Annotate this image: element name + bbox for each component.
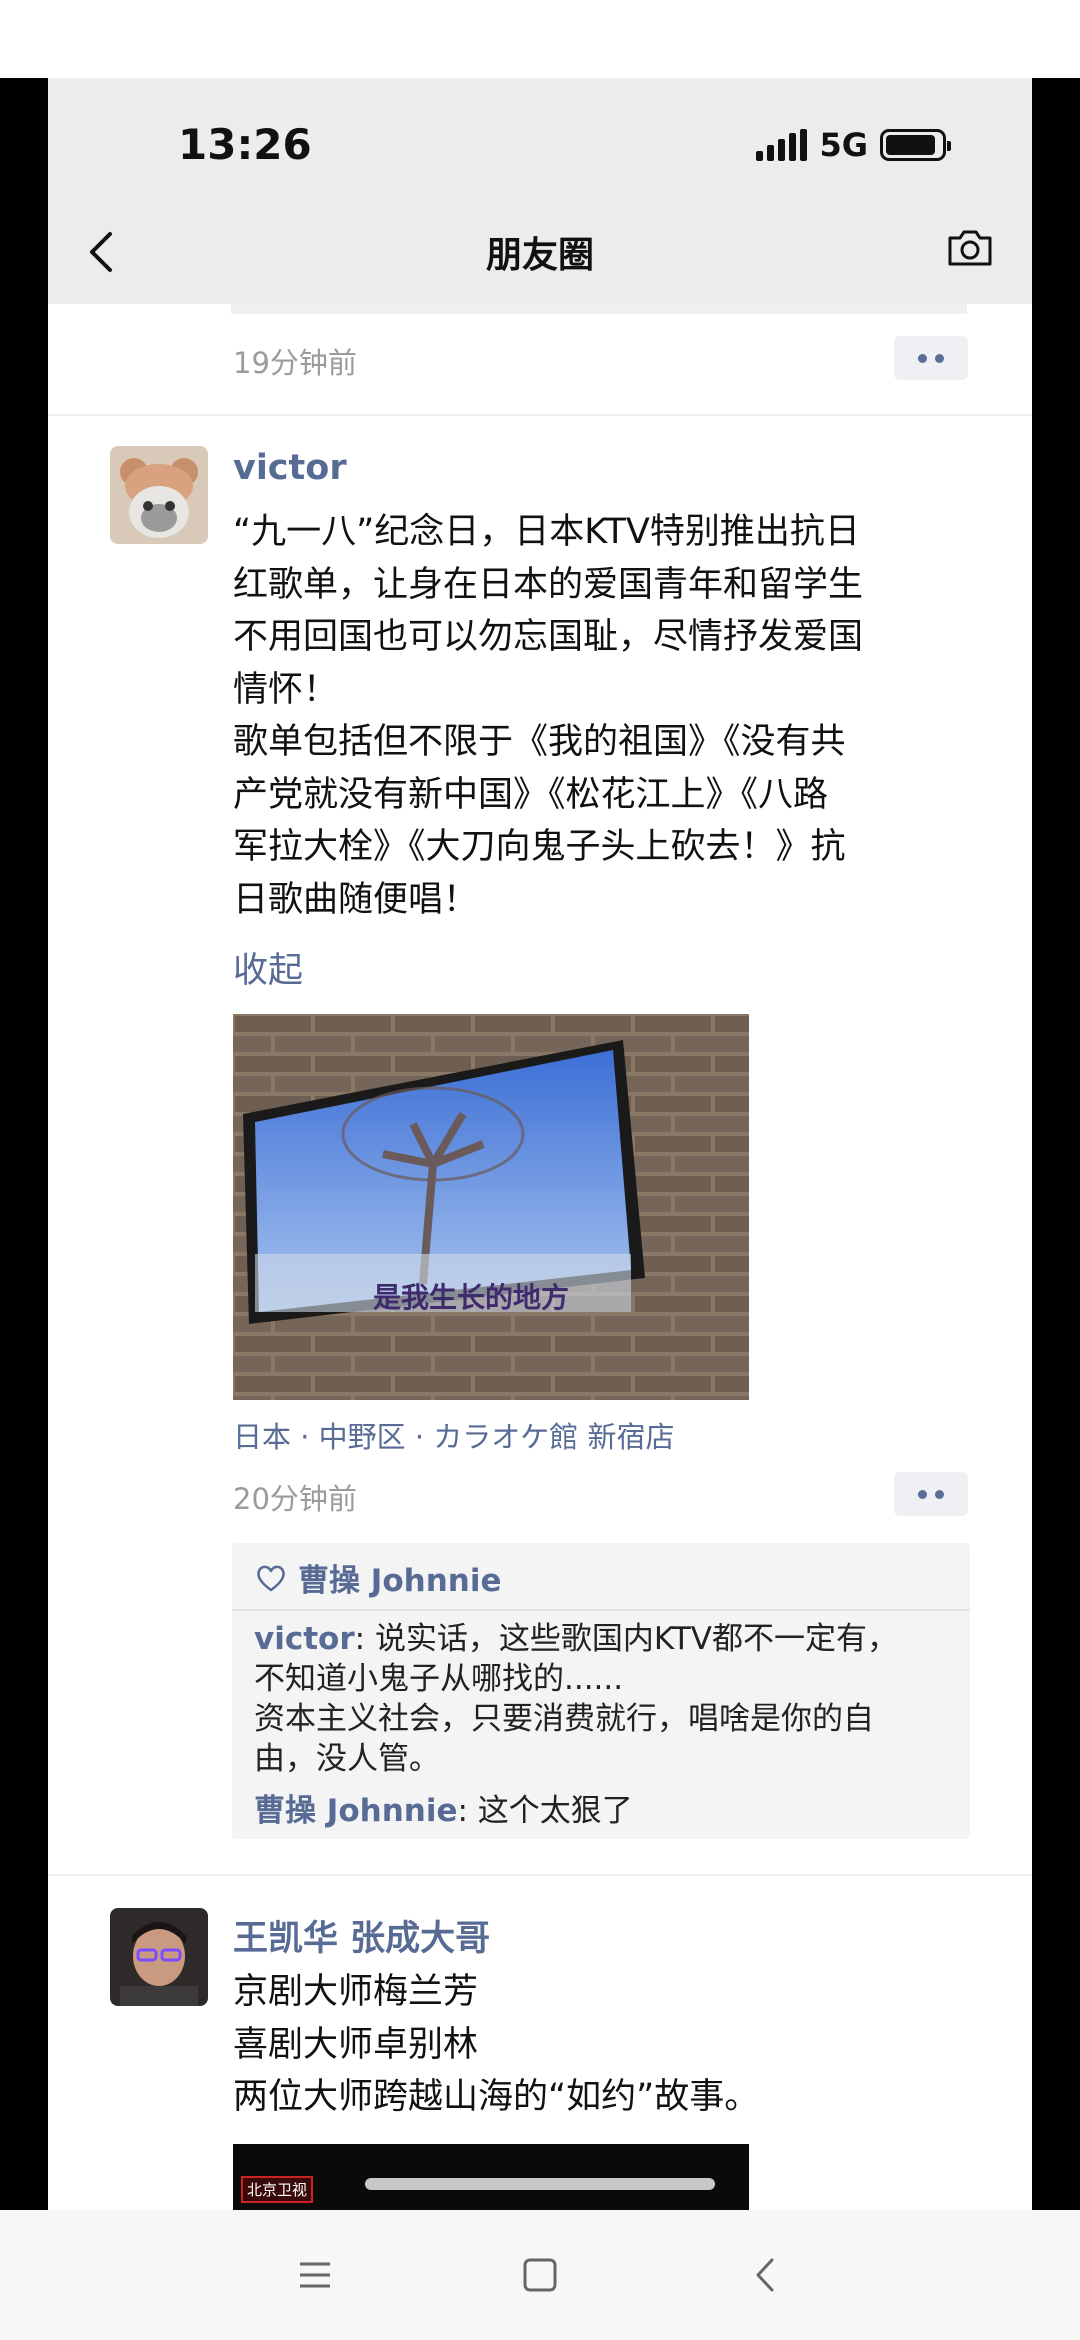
left-bezel [0,78,48,2210]
back-triangle-icon[interactable] [740,2250,790,2300]
more-actions-button[interactable] [894,336,968,380]
status-icons: 5G [756,126,951,164]
post-divider [48,414,1032,416]
post-location[interactable]: 日本 · 中野区 · カラオケ館 新宿店 [233,1414,675,1456]
page-title: 朋友圈 [485,235,594,276]
video-thumbnail[interactable]: 北京卫视 [233,2144,749,2210]
app-screen: 13:26 5G 朋友圈 19分钟前 victor “九一八”纪念日，日本KTV… [48,78,1032,2210]
photo-caption: 是我生长的地方 [373,1281,570,1314]
comment-author[interactable]: victor [254,1621,355,1657]
likes-row: 曹操 Johnnie [256,1555,501,1600]
like-user[interactable]: 曹操 Johnnie [298,1555,501,1600]
comments-panel: 曹操 Johnnie victor: 说实话，这些歌国内KTV都不一定有， 不知… [232,1543,970,1839]
post-text: “九一八”纪念日，日本KTV特别推出抗日 红歌单，让身在日本的爱国青年和留学生 … [233,512,864,920]
comment-author[interactable]: 曹操 Johnnie [254,1793,457,1829]
comment-text: 这个太狠了 [477,1793,633,1829]
avatar[interactable] [110,1908,208,2006]
previous-post-remnant [231,304,967,314]
comment-item[interactable]: 曹操 Johnnie: 这个太狠了 [254,1791,954,1831]
comments-divider [232,1609,970,1611]
phone-screenshot: 13:26 5G 朋友圈 19分钟前 victor “九一八”纪念日，日本KTV… [0,0,1080,2340]
post-divider [48,1874,1032,1876]
heart-icon [257,1565,285,1591]
avatar[interactable] [110,446,208,544]
system-nav-bar [0,2210,1080,2340]
home-square-icon[interactable] [515,2250,565,2300]
camera-icon[interactable] [946,228,994,268]
post-author[interactable]: victor [233,448,347,488]
network-label: 5G [819,126,868,164]
top-bar: 13:26 5G 朋友圈 [48,78,1032,304]
right-bezel [1032,78,1080,2210]
home-indicator[interactable] [365,2178,715,2190]
post-time: 20分钟前 [233,1482,357,1516]
menu-icon[interactable] [290,2250,340,2300]
signal-icon [756,129,808,161]
post-author[interactable]: 王凯华 张成大哥 [233,1910,490,1961]
more-actions-button[interactable] [894,1472,968,1516]
collapse-link[interactable]: 收起 [233,942,303,993]
post-time: 19分钟前 [233,346,357,380]
comment-item[interactable]: victor: 说实话，这些歌国内KTV都不一定有， 不知道小鬼子从哪找的...… [254,1619,954,1779]
comment-separator: : [354,1621,375,1657]
battery-icon [880,129,951,161]
comment-separator: : [457,1793,478,1829]
post-text: 京剧大师梅兰芳 喜剧大师卓别林 两位大师跨越山海的“如约”故事。 [233,1972,760,2117]
tv-channel-logo: 北京卫视 [241,2176,314,2203]
post-photo[interactable]: 是我生长的地方 [233,1014,749,1400]
status-time: 13:26 [178,120,312,169]
